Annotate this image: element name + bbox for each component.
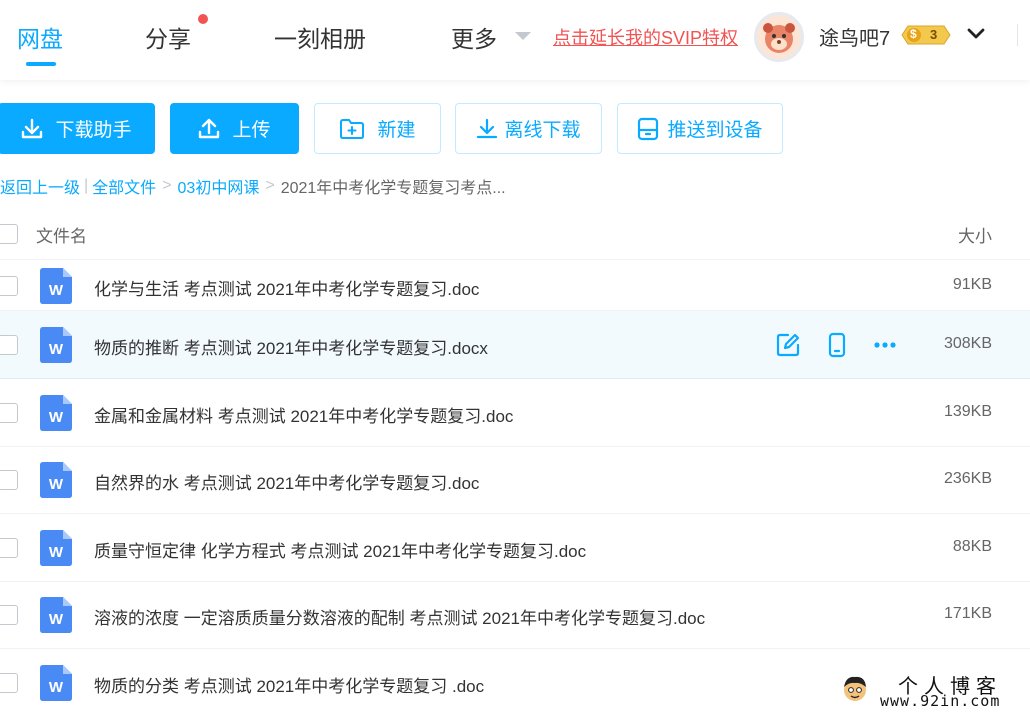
upload-label: 上传	[232, 120, 271, 141]
svg-text:W: W	[49, 611, 64, 628]
word-doc-icon: W	[40, 326, 72, 363]
table-row[interactable]: W 化学与生活 考点测试 2021年中考化学专题复习.doc 91KB	[0, 261, 1030, 311]
watermark-url: www.92in.com	[880, 692, 1001, 710]
download-helper-label: 下载助手	[55, 120, 132, 141]
watermark: 个人博客 www.92in.com	[838, 668, 1030, 712]
more-dropdown-arrow-icon[interactable]	[515, 32, 531, 40]
breadcrumb-arrow-separator: >	[162, 177, 172, 194]
file-size: 308KB	[943, 334, 992, 352]
column-header-name[interactable]: 文件名	[36, 222, 87, 247]
nav-tab-more[interactable]: 更多	[451, 20, 497, 54]
row-checkbox[interactable]	[0, 470, 18, 490]
table-row[interactable]: W 溶液的浓度 一定溶质质量分数溶液的配制 考点测试 2021年中考化学专题复习…	[0, 582, 1030, 649]
nav-tab-netdisk[interactable]: 网盘	[17, 20, 63, 54]
download-icon	[22, 118, 43, 138]
new-folder-icon	[340, 118, 365, 139]
nav-tab-share[interactable]: 分享	[145, 20, 191, 54]
watermark-face-icon	[844, 676, 866, 701]
device-icon	[638, 117, 659, 140]
file-size: 236KB	[943, 470, 992, 487]
coin-count: 3	[930, 27, 938, 42]
file-size: 139KB	[943, 402, 992, 420]
offline-download-icon	[477, 118, 498, 138]
file-name[interactable]: 物质的分类 考点测试 2021年中考化学专题复习 .doc	[94, 672, 484, 697]
breadcrumb-folder-link[interactable]: 03初中网课	[178, 174, 260, 198]
share-notification-dot	[198, 14, 208, 24]
breadcrumb-current: 2021年中考化学专题复习考点...	[280, 180, 506, 197]
select-all-checkbox[interactable]	[0, 224, 18, 244]
file-name[interactable]: 金属和金属材料 考点测试 2021年中考化学专题复习.doc	[94, 402, 513, 427]
word-doc-icon: W	[40, 267, 72, 304]
download-helper-button[interactable]: 下载助手	[0, 103, 155, 154]
row-checkbox[interactable]	[0, 673, 18, 693]
word-doc-icon: W	[40, 394, 72, 431]
nav-active-indicator	[26, 62, 56, 66]
breadcrumb: 返回上一级 | 全部文件 > 03初中网课 > 2021年中考化学专题复习考点.…	[0, 175, 506, 197]
avatar-face-icon	[763, 23, 795, 53]
nav-tab-album[interactable]: 一刻相册	[274, 20, 366, 54]
row-checkbox[interactable]	[0, 402, 18, 423]
row-checkbox[interactable]	[0, 275, 18, 296]
file-name[interactable]: 溶液的浓度 一定溶质质量分数溶液的配制 考点测试 2021年中考化学专题复习.d…	[94, 604, 705, 629]
row-checkbox[interactable]	[0, 537, 18, 558]
file-name[interactable]: 质量守恒定律 化学方程式 考点测试 2021年中考化学专题复习.doc	[94, 537, 586, 562]
chevron-down-icon[interactable]	[966, 24, 986, 44]
file-name[interactable]: 化学与生活 考点测试 2021年中考化学专题复习.doc	[94, 275, 479, 300]
breadcrumb-back-link[interactable]: 返回上一级	[0, 174, 80, 198]
row-checkbox[interactable]	[0, 334, 18, 355]
column-header-size[interactable]: 大小	[958, 222, 992, 247]
word-doc-icon: W	[40, 597, 72, 633]
row-checkbox[interactable]	[0, 605, 18, 625]
svg-text:W: W	[49, 282, 64, 299]
nav-divider	[1017, 24, 1018, 46]
push-to-device-button[interactable]: 推送到设备	[617, 103, 783, 154]
offline-download-button[interactable]: 离线下载	[455, 103, 602, 154]
word-doc-icon: W	[40, 529, 72, 566]
word-doc-icon: W	[40, 665, 72, 701]
top-nav: 网盘 分享 一刻相册 更多 点击延长我的SVIP特权 途鸟吧7 $ 3	[0, 0, 1030, 80]
push-to-device-label: 推送到设备	[667, 120, 763, 141]
upload-icon	[199, 118, 220, 138]
table-row[interactable]: W 物质的推断 考点测试 2021年中考化学专题复习.docx 308KB	[0, 311, 1030, 379]
username[interactable]: 途鸟吧7	[819, 22, 890, 51]
upload-button[interactable]: 上传	[170, 103, 299, 154]
avatar[interactable]	[754, 12, 804, 62]
breadcrumb-all-files-link[interactable]: 全部文件	[92, 174, 156, 198]
more-options-icon[interactable]	[872, 332, 898, 358]
coin-symbol: $	[910, 27, 917, 41]
file-size: 171KB	[943, 605, 992, 622]
table-row[interactable]: W 质量守恒定律 化学方程式 考点测试 2021年中考化学专题复习.doc 88…	[0, 514, 1030, 582]
new-folder-button[interactable]: 新建	[314, 103, 441, 154]
offline-download-label: 离线下载	[504, 120, 581, 141]
file-name[interactable]: 物质的推断 考点测试 2021年中考化学专题复习.docx	[94, 334, 488, 359]
svg-text:W: W	[49, 341, 64, 358]
edit-icon[interactable]	[775, 332, 801, 358]
file-size: 91KB	[952, 275, 992, 293]
svip-promo-link[interactable]: 点击延长我的SVIP特权	[553, 24, 738, 50]
breadcrumb-arrow-separator: >	[265, 177, 275, 194]
svg-text:W: W	[49, 409, 64, 426]
table-row[interactable]: W 金属和金属材料 考点测试 2021年中考化学专题复习.doc 139KB	[0, 379, 1030, 447]
svg-text:W: W	[49, 476, 64, 493]
svg-text:W: W	[49, 679, 64, 696]
new-folder-label: 新建	[377, 120, 416, 141]
table-row[interactable]: W 自然界的水 考点测试 2021年中考化学专题复习.doc 236KB	[0, 447, 1030, 514]
breadcrumb-bar-separator: |	[84, 177, 89, 194]
file-name[interactable]: 自然界的水 考点测试 2021年中考化学专题复习.doc	[94, 469, 479, 494]
svip-coin-badge[interactable]: $ 3	[900, 24, 952, 46]
file-size: 88KB	[952, 537, 992, 555]
svg-text:W: W	[49, 544, 64, 561]
phone-icon[interactable]	[824, 332, 850, 358]
word-doc-icon: W	[40, 462, 72, 498]
file-list-header: 文件名 大小	[0, 212, 1030, 260]
